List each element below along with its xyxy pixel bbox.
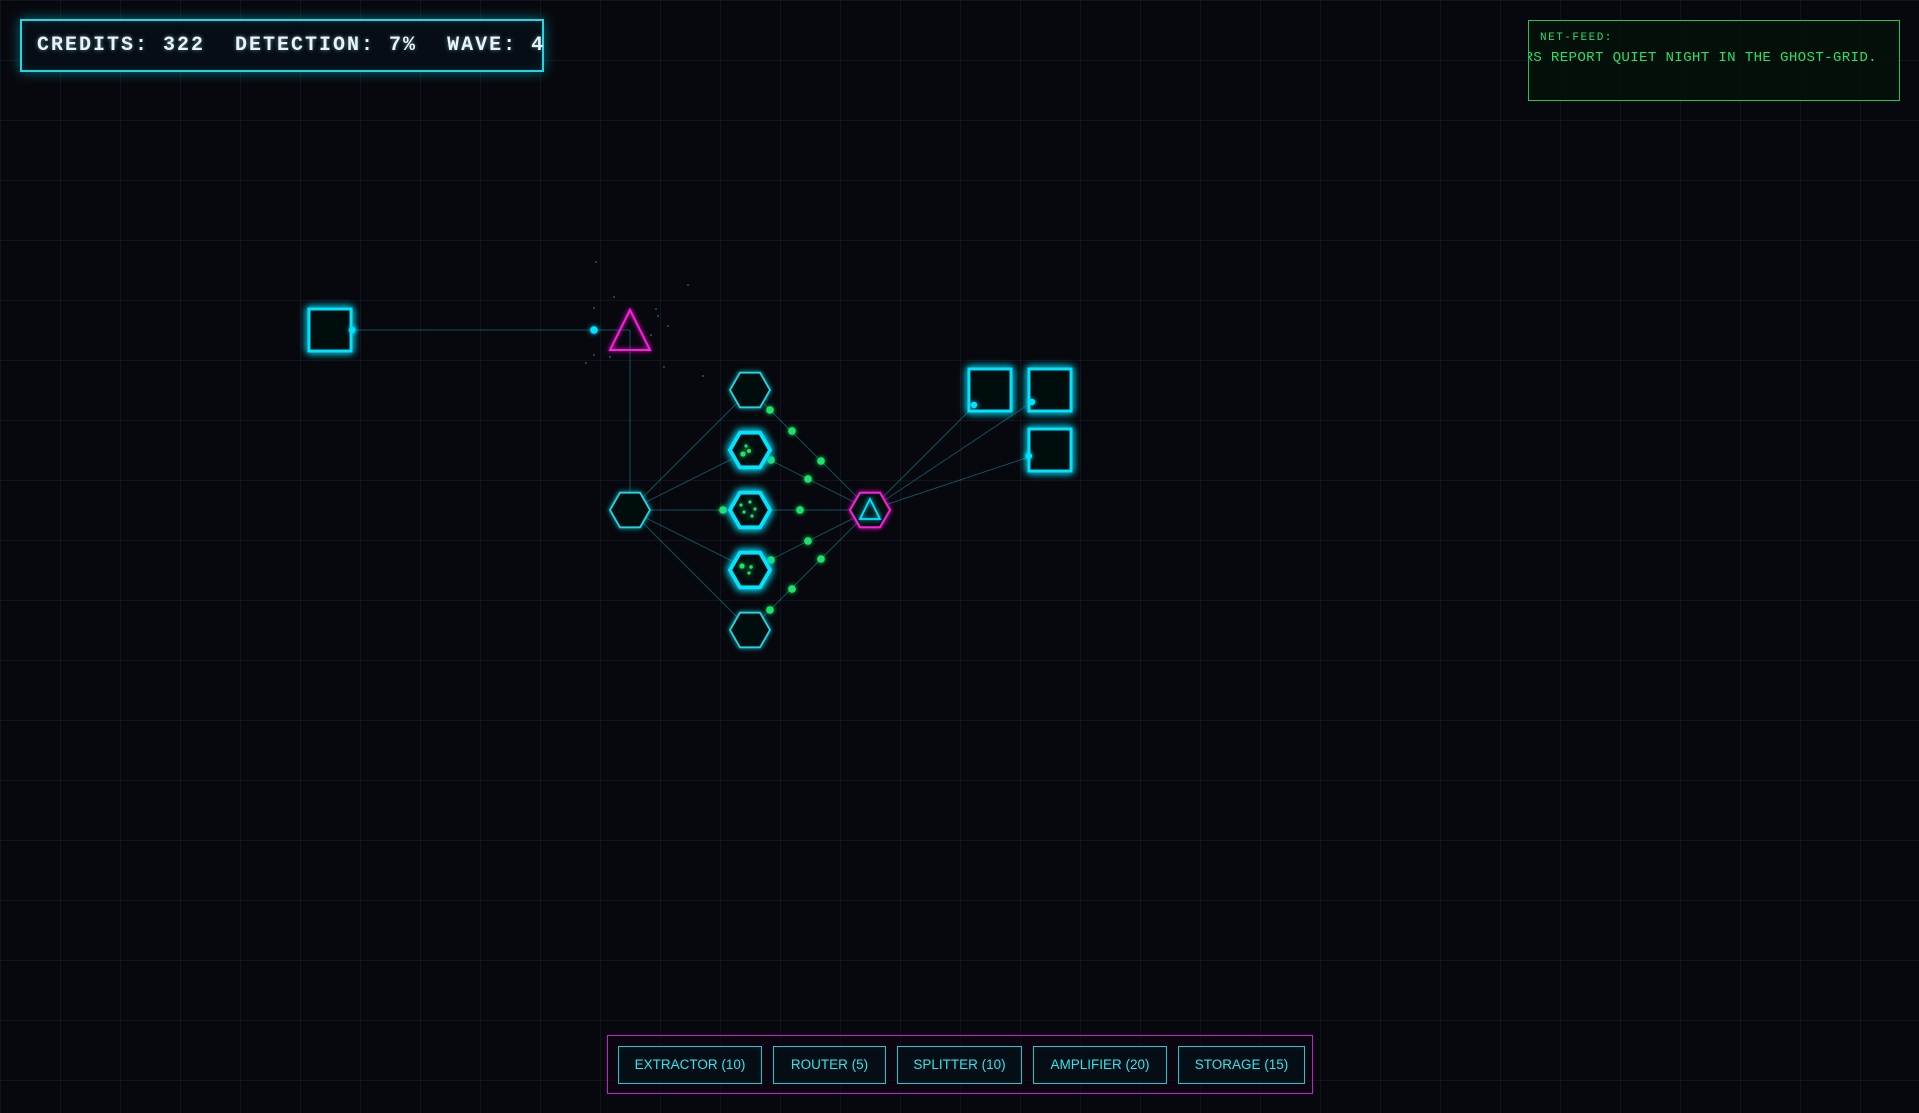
sparkle-particle	[667, 325, 669, 327]
data-packet	[767, 456, 775, 464]
data-packet	[739, 503, 743, 507]
data-packet	[739, 563, 745, 569]
net-feed-panel: NET-FEED: RS REPORT QUIET NIGHT IN THE G…	[1528, 20, 1900, 101]
data-packet	[766, 406, 774, 414]
data-packet	[788, 427, 796, 435]
data-packet	[744, 444, 748, 448]
sparkle-particle	[702, 375, 704, 377]
storage-port	[348, 326, 356, 334]
data-packet	[767, 556, 775, 564]
data-packet	[817, 555, 825, 563]
build-splitter-button[interactable]: SPLITTER (10)	[897, 1045, 1022, 1084]
extractor-sparkle-particles	[585, 261, 704, 377]
sparkle-particle	[593, 307, 595, 309]
data-packet	[742, 510, 746, 514]
net-feed-ticker: RS REPORT QUIET NIGHT IN THE GHOST-GRID.	[1528, 50, 1877, 66]
link-router-left-amp-2	[629, 449, 751, 511]
build-menu: EXTRACTOR (10) ROUTER (5) SPLITTER (10) …	[607, 1035, 1313, 1094]
credits-readout: CREDITS: 322	[37, 34, 206, 57]
hud-status-bar: CREDITS: 322 DETECTION: 7% WAVE: 4	[20, 19, 544, 72]
connection-links	[330, 329, 1051, 631]
storage-port	[970, 401, 978, 409]
cyan-packet	[590, 326, 598, 334]
router-node[interactable]	[728, 611, 772, 649]
network-playfield[interactable]	[0, 0, 1919, 1113]
storage-port	[1028, 398, 1036, 406]
link-core-storage-d	[869, 449, 1051, 511]
amplifier-node[interactable]	[727, 550, 773, 590]
sparkle-particle	[655, 308, 657, 310]
sparkle-particle	[613, 296, 615, 298]
sparkle-particle	[657, 315, 659, 317]
data-packet	[747, 449, 751, 453]
wave-readout: WAVE: 4	[447, 34, 546, 57]
data-packet	[804, 537, 812, 545]
net-feed-title: NET-FEED:	[1540, 32, 1613, 44]
data-packet	[748, 500, 752, 504]
sparkle-particle	[687, 284, 689, 286]
sparkle-particle	[609, 356, 611, 358]
build-amplifier-button[interactable]: AMPLIFIER (20)	[1033, 1045, 1167, 1084]
build-storage-button[interactable]: STORAGE (15)	[1178, 1045, 1305, 1084]
data-packet	[750, 514, 754, 518]
data-packet	[817, 457, 825, 465]
data-packet	[788, 585, 796, 593]
cyan-packets	[348, 326, 1036, 460]
sparkle-particle	[585, 362, 587, 364]
storage-ports	[348, 326, 1036, 460]
detection-readout: DETECTION: 7%	[235, 34, 418, 57]
core-node[interactable]	[848, 491, 892, 529]
build-router-button[interactable]: ROUTER (5)	[773, 1045, 886, 1084]
link-router-left-amp-4	[629, 509, 751, 571]
data-packet	[753, 507, 757, 511]
build-extractor-button[interactable]: EXTRACTOR (10)	[618, 1045, 762, 1084]
data-packet	[766, 606, 774, 614]
router-node[interactable]	[608, 491, 652, 529]
data-packet	[747, 571, 751, 575]
storage-port	[1025, 452, 1033, 460]
data-packet	[796, 506, 804, 514]
sparkle-particle	[595, 261, 597, 263]
sparkle-particle	[593, 354, 595, 356]
amplifier-node[interactable]	[727, 490, 773, 530]
storage-node[interactable]	[1027, 427, 1073, 473]
data-packet	[804, 475, 812, 483]
storage-node[interactable]	[1027, 367, 1073, 413]
sparkle-particle	[650, 334, 652, 336]
sparkle-particle	[663, 366, 665, 368]
storage-node[interactable]	[307, 307, 353, 353]
data-packet	[749, 565, 753, 569]
data-packet	[719, 506, 727, 514]
router-node[interactable]	[728, 371, 772, 409]
data-packet	[740, 451, 746, 457]
link-core-storage-c	[869, 389, 1051, 511]
